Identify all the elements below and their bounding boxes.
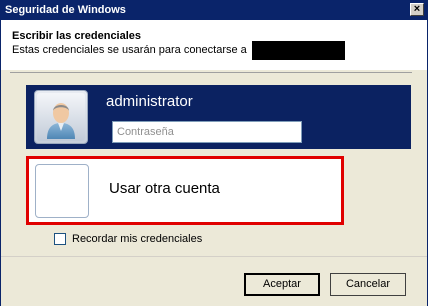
use-other-account-label: Usar otra cuenta (109, 180, 220, 197)
blank-avatar-icon (35, 164, 89, 218)
credential-dialog: Seguridad de Windows × Escribir las cred… (0, 0, 428, 306)
ok-button[interactable]: Aceptar (244, 273, 320, 296)
separator (10, 72, 412, 73)
dialog-header: Escribir las credenciales Estas credenci… (1, 20, 427, 70)
username-label: administrator (106, 93, 193, 110)
close-button[interactable]: × (410, 3, 424, 16)
cancel-button[interactable]: Cancelar (330, 273, 406, 296)
title-bar[interactable]: Seguridad de Windows × (1, 1, 427, 20)
dialog-footer: Aceptar Cancelar (1, 256, 427, 306)
redacted-server-name (252, 41, 345, 60)
user-avatar-icon (34, 90, 88, 144)
header-title: Escribir las credenciales (12, 30, 142, 42)
use-other-account-tile[interactable]: Usar otra cuenta (26, 156, 344, 225)
remember-credentials[interactable]: Recordar mis credenciales (54, 233, 202, 245)
remember-label: Recordar mis credenciales (72, 233, 203, 245)
password-input[interactable] (112, 121, 302, 143)
window-title: Seguridad de Windows (5, 4, 126, 16)
close-icon: × (413, 3, 421, 15)
header-subtitle: Estas credenciales se usarán para conect… (12, 44, 247, 56)
credential-tile-administrator[interactable]: administrator (26, 85, 411, 149)
remember-checkbox[interactable] (54, 233, 66, 245)
